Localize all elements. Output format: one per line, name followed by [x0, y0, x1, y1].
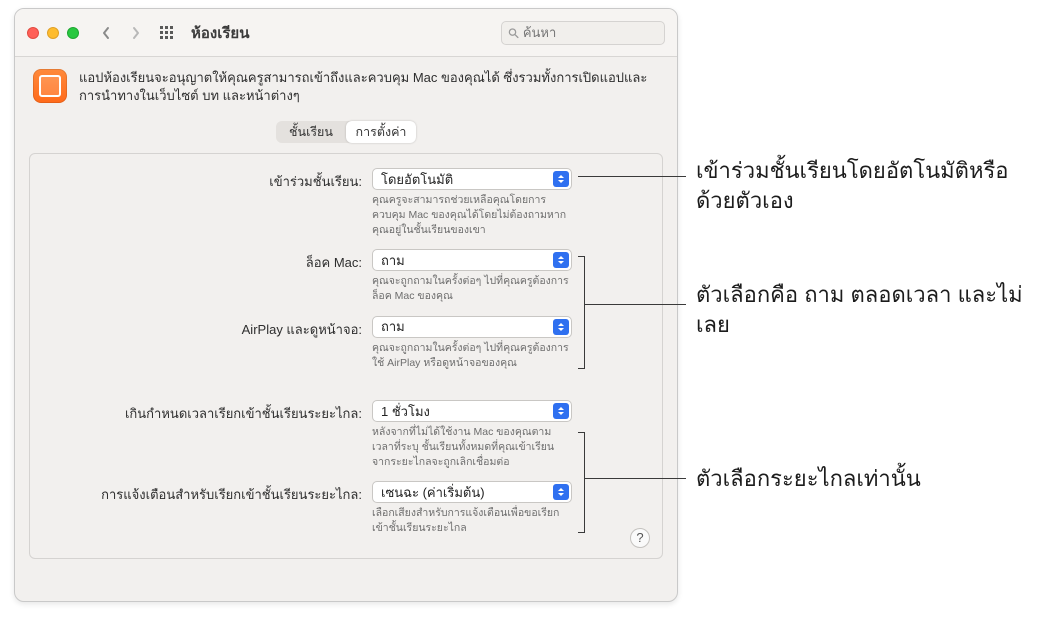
classroom-app-icon: [33, 69, 67, 103]
select-lock-mac[interactable]: ถาม: [372, 249, 572, 271]
minimize-window-button[interactable]: [47, 27, 59, 39]
select-notify[interactable]: เซนฉะ (ค่าเริ่มต้น): [372, 481, 572, 503]
lead-line: [578, 432, 585, 433]
select-airplay-value: ถาม: [381, 316, 405, 337]
close-window-button[interactable]: [27, 27, 39, 39]
help-button[interactable]: ?: [630, 528, 650, 548]
lead-line: [584, 304, 686, 305]
label-notify: การแจ้งเตือนสำหรับเรียกเข้าชั้นเรียนระยะ…: [46, 481, 372, 505]
lead-line-vertical: [584, 432, 585, 532]
updown-arrows-icon: [553, 403, 569, 419]
lead-line: [578, 256, 585, 257]
lead-line: [578, 532, 585, 533]
annotation-remote: ตัวเลือกระยะไกลเท่านั้น: [696, 464, 921, 494]
preferences-window: ห้องเรียน แอปห้องเรียนจะอนุญาตให้คุณครูส…: [14, 8, 678, 602]
select-notify-value: เซนฉะ (ค่าเริ่มต้น): [381, 482, 485, 503]
nav-buttons: [97, 23, 145, 43]
row-notify: การแจ้งเตือนสำหรับเรียกเข้าชั้นเรียนระยะ…: [46, 481, 646, 535]
lead-line: [578, 176, 686, 177]
window-controls: [27, 27, 79, 39]
search-icon: [508, 27, 519, 39]
hint-notify: เลือกเสียงสำหรับการแจ้งเตือนเพื่อขอเรียก…: [372, 506, 572, 535]
intro-text: แอปห้องเรียนจะอนุญาตให้คุณครูสามารถเข้าถ…: [79, 69, 659, 105]
row-airplay: AirPlay และดูหน้าจอ: ถาม คุณจะถูกถามในคร…: [46, 316, 646, 370]
search-field-container[interactable]: [501, 21, 665, 45]
titlebar: ห้องเรียน: [15, 9, 677, 57]
select-timeout[interactable]: 1 ชั่วโมง: [372, 400, 572, 422]
select-timeout-value: 1 ชั่วโมง: [381, 401, 430, 422]
row-join-class: เข้าร่วมชั้นเรียน: โดยอัตโนมัติ คุณครูจะ…: [46, 168, 646, 237]
label-join-class: เข้าร่วมชั้นเรียน:: [46, 168, 372, 192]
window-title: ห้องเรียน: [191, 21, 249, 45]
updown-arrows-icon: [553, 171, 569, 187]
hint-join-class: คุณครูจะสามารถช่วยเหลือคุณโดยการควบคุม M…: [372, 193, 572, 237]
back-button[interactable]: [97, 23, 115, 43]
label-timeout: เกินกำหนดเวลาเรียกเข้าชั้นเรียนระยะไกล:: [46, 400, 372, 424]
label-airplay: AirPlay และดูหน้าจอ:: [46, 316, 372, 340]
label-lock-mac: ล็อค Mac:: [46, 249, 372, 273]
select-join-class[interactable]: โดยอัตโนมัติ: [372, 168, 572, 190]
updown-arrows-icon: [553, 319, 569, 335]
tab-bar: ชั้นเรียน การตั้งค่า: [276, 121, 416, 143]
settings-panel: เข้าร่วมชั้นเรียน: โดยอัตโนมัติ คุณครูจะ…: [29, 153, 663, 558]
show-all-button[interactable]: [157, 23, 177, 43]
select-airplay[interactable]: ถาม: [372, 316, 572, 338]
hint-lock-mac: คุณจะถูกถามในครั้งต่อๆ ไปที่คุณครูต้องกา…: [372, 274, 572, 303]
zoom-window-button[interactable]: [67, 27, 79, 39]
hint-timeout: หลังจากที่ไม่ได้ใช้งาน Mac ของคุณตามเวลา…: [372, 425, 572, 469]
select-lock-mac-value: ถาม: [381, 250, 405, 271]
row-lock-mac: ล็อค Mac: ถาม คุณจะถูกถามในครั้งต่อๆ ไปท…: [46, 249, 646, 303]
intro-row: แอปห้องเรียนจะอนุญาตให้คุณครูสามารถเข้าถ…: [15, 57, 677, 115]
tab-class[interactable]: ชั้นเรียน: [276, 121, 346, 143]
lead-line: [584, 478, 686, 479]
lead-line: [578, 368, 585, 369]
annotation-options: ตัวเลือกคือ ถาม ตลอดเวลา และไม่เลย: [696, 280, 1040, 339]
lead-line-vertical: [584, 256, 585, 368]
search-input[interactable]: [523, 25, 658, 40]
updown-arrows-icon: [553, 484, 569, 500]
forward-button[interactable]: [127, 23, 145, 43]
annotation-join: เข้าร่วมชั้นเรียนโดยอัตโนมัติหรือด้วยตัว…: [696, 156, 1040, 215]
updown-arrows-icon: [553, 252, 569, 268]
hint-airplay: คุณจะถูกถามในครั้งต่อๆ ไปที่คุณครูต้องกา…: [372, 341, 572, 370]
select-join-class-value: โดยอัตโนมัติ: [381, 169, 453, 190]
tab-settings[interactable]: การตั้งค่า: [346, 121, 416, 143]
row-timeout: เกินกำหนดเวลาเรียกเข้าชั้นเรียนระยะไกล: …: [46, 400, 646, 469]
